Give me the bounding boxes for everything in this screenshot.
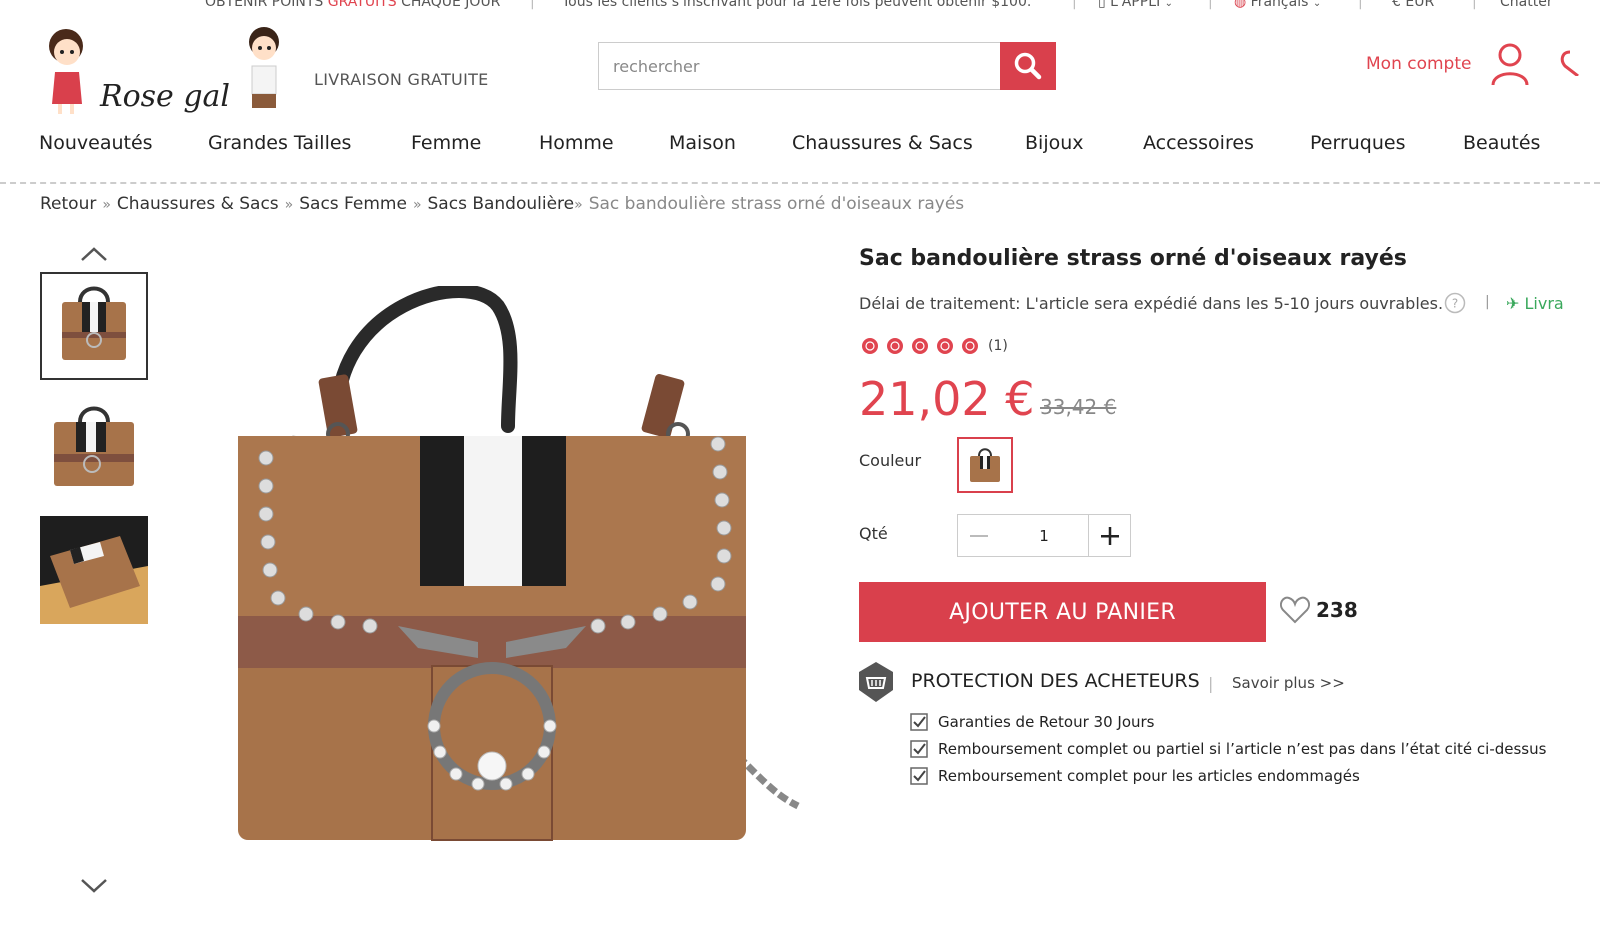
- wishlist-header-icon[interactable]: [1558, 46, 1600, 76]
- nav-item-chaussures-sacs[interactable]: Chaussures & Sacs: [792, 132, 973, 154]
- quantity-input[interactable]: [999, 514, 1089, 557]
- nav-item-grandes-tailles[interactable]: Grandes Tailles: [208, 132, 351, 154]
- checkbox-checked-icon: [910, 740, 928, 758]
- nav-item-accessoires[interactable]: Accessoires: [1143, 132, 1254, 154]
- chat-link[interactable]: Chatter: [1500, 0, 1553, 10]
- divider: |: [1208, 674, 1214, 693]
- quantity-decrease-button[interactable]: [957, 514, 1000, 557]
- nav-item-maison[interactable]: Maison: [669, 132, 736, 154]
- breadcrumb-separator: »: [412, 197, 422, 213]
- app-link[interactable]: ▯ L'APPLI ⌄: [1098, 0, 1173, 10]
- chevron-down-icon: ⌄: [1312, 0, 1322, 9]
- bag-thumbnail-image: [40, 392, 148, 500]
- search-icon: [1014, 52, 1042, 80]
- thumbnail-3[interactable]: [40, 516, 148, 624]
- nav-item-nouveautes[interactable]: Nouveautés: [39, 132, 153, 154]
- currency-selector[interactable]: € EUR: [1392, 0, 1434, 10]
- processing-time: Délai de traitement: L'article sera expé…: [859, 294, 1444, 313]
- heart-icon: [1280, 596, 1310, 624]
- quantity-increase-button[interactable]: [1088, 514, 1131, 557]
- breadcrumb: Retour» Chaussures & Sacs» Sacs Femme» Sacs…: [40, 194, 964, 214]
- plus-icon: [1100, 526, 1119, 545]
- breadcrumb-item[interactable]: Sacs Femme: [299, 194, 407, 214]
- site-logo[interactable]: Rose gal: [40, 24, 280, 120]
- nav-item-beautes[interactable]: Beautés: [1463, 132, 1540, 154]
- search-field[interactable]: [598, 42, 1000, 90]
- divider: |: [1485, 294, 1490, 310]
- divider: |: [1072, 0, 1077, 10]
- bag-lifestyle-thumbnail-image: [40, 516, 148, 624]
- minus-icon: [969, 534, 988, 537]
- shipping-link[interactable]: ✈ Livra: [1506, 294, 1564, 313]
- checkbox-checked-icon: [910, 713, 928, 731]
- nav-item-perruques[interactable]: Perruques: [1310, 132, 1406, 154]
- search-input[interactable]: [599, 43, 1000, 89]
- main-nav: Nouveautés Grandes Tailles Femme Homme M…: [0, 132, 1600, 162]
- divider: |: [1472, 0, 1477, 10]
- divider: |: [1358, 0, 1363, 10]
- search-button[interactable]: [1000, 42, 1056, 90]
- breadcrumb-separator: »: [102, 197, 111, 213]
- account-link[interactable]: Mon compte: [1366, 54, 1471, 74]
- bag-main-image: [238, 284, 800, 841]
- guarantee-item: Remboursement complet ou partiel si l’ar…: [910, 740, 1546, 758]
- chevron-down-icon: ⌄: [1164, 0, 1174, 9]
- top-bar: OBTENIR POINTS GRATUITS CHAQUE JOUR | To…: [0, 0, 1600, 14]
- thumbnail-1[interactable]: [40, 272, 148, 380]
- original-price: 33,42 €: [1040, 395, 1117, 419]
- help-icon[interactable]: ?: [1444, 292, 1466, 314]
- checkbox-checked-icon: [910, 767, 928, 785]
- add-to-cart-button[interactable]: AJOUTER AU PANIER: [859, 582, 1266, 642]
- nav-item-femme[interactable]: Femme: [411, 132, 481, 154]
- logo-wordmark: Rose gal: [99, 79, 230, 114]
- breadcrumb-item[interactable]: Chaussures & Sacs: [117, 194, 279, 214]
- wishlist-button[interactable]: 238: [1280, 596, 1358, 624]
- quantity-label: Qté: [859, 524, 888, 543]
- breadcrumb-item[interactable]: Sacs Bandoulière: [428, 194, 575, 214]
- rating-stars[interactable]: [859, 336, 983, 360]
- free-shipping-label: LIVRAISON GRATUITE: [314, 70, 489, 89]
- review-count[interactable]: (1): [988, 338, 1008, 354]
- breadcrumb-separator: »: [284, 197, 294, 213]
- language-selector[interactable]: ◍ Français ⌄: [1234, 0, 1321, 10]
- rose-icon: [862, 338, 978, 354]
- bag-thumbnail-image: [42, 274, 146, 378]
- breadcrumb-separator: »: [574, 197, 583, 213]
- svg-text:?: ?: [1452, 297, 1458, 311]
- plane-icon: ✈: [1506, 294, 1520, 313]
- nav-item-homme[interactable]: Homme: [539, 132, 614, 154]
- thumbnail-up-arrow-icon[interactable]: [80, 246, 108, 262]
- color-label: Couleur: [859, 451, 922, 470]
- thumbnail-down-arrow-icon[interactable]: [80, 878, 108, 894]
- divider: |: [1208, 0, 1213, 10]
- current-price: 21,02 €: [859, 372, 1035, 426]
- globe-icon: ◍: [1234, 0, 1247, 10]
- product-title: Sac bandoulière strass orné d'oiseaux ra…: [859, 246, 1407, 271]
- learn-more-link[interactable]: Savoir plus >>: [1232, 674, 1345, 692]
- thumbnail-2[interactable]: [40, 392, 148, 500]
- breadcrumb-current: Sac bandoulière strass orné d'oiseaux ra…: [588, 194, 965, 214]
- guarantee-item: Remboursement complet pour les articles …: [910, 767, 1360, 785]
- user-icon[interactable]: [1490, 42, 1530, 86]
- shield-cart-icon: [859, 662, 893, 702]
- free-points-link[interactable]: OBTENIR POINTS GRATUITS CHAQUE JOUR: [205, 0, 500, 10]
- nav-divider: [0, 182, 1600, 184]
- main-product-image[interactable]: [178, 284, 818, 896]
- divider: |: [530, 0, 535, 10]
- color-swatch-selected[interactable]: [957, 437, 1013, 493]
- breadcrumb-item[interactable]: Retour: [40, 194, 96, 214]
- nav-item-bijoux[interactable]: Bijoux: [1025, 132, 1084, 154]
- wishlist-count: 238: [1316, 598, 1358, 622]
- bag-swatch-image: [962, 442, 1008, 488]
- buyer-protection-title: PROTECTION DES ACHETEURS: [911, 670, 1200, 692]
- promo-text: Tous les clients s'inscrivant pour la 1è…: [562, 0, 1032, 10]
- guarantee-item: Garanties de Retour 30 Jours: [910, 713, 1154, 731]
